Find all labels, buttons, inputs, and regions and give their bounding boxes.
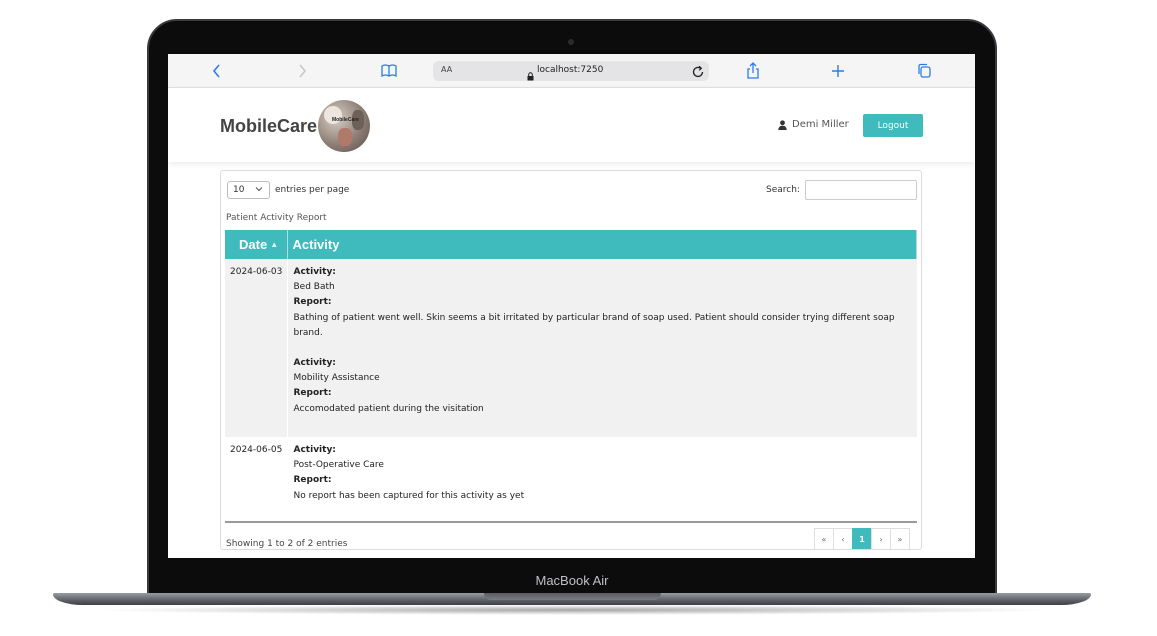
page-length-select[interactable]: 10 <box>227 181 270 199</box>
row-date: 2024-06-05 <box>225 437 288 523</box>
new-tab-icon[interactable] <box>830 61 846 81</box>
date-header-label: Date <box>239 237 268 252</box>
url-text: localhost:7250 <box>537 65 604 75</box>
reload-icon[interactable] <box>692 64 705 83</box>
report-text: Bathing of patient went well. Skin seems… <box>293 312 895 338</box>
share-icon[interactable] <box>745 61 761 81</box>
forward-icon[interactable] <box>295 61 309 81</box>
report-label: Report: <box>293 475 332 486</box>
brand-logo[interactable]: MobileCare <box>318 100 370 152</box>
address-bar[interactable]: AA localhost:7250 <box>433 61 709 81</box>
row-activities: Activity: Bed Bath Report: Bathing of pa… <box>287 259 917 437</box>
report-text: Accomodated patient during the visitatio… <box>293 403 484 414</box>
table-row: 2024-06-03 Activity: Bed Bath Report: Ba… <box>225 259 917 437</box>
lock-icon <box>527 66 534 85</box>
chevron-down-icon <box>255 184 263 197</box>
activity-name: Post-Operative Care <box>293 460 384 471</box>
table-caption: Patient Activity Report <box>226 213 327 223</box>
search-label: Search: <box>766 185 800 195</box>
device-model-label: MacBook Air <box>535 573 609 588</box>
logo-shape <box>338 128 352 146</box>
entries-label: entries per page <box>275 185 350 195</box>
next-page-button[interactable]: › <box>871 528 891 549</box>
laptop-shadow <box>90 605 1056 615</box>
logo-text: MobileCare <box>332 117 359 123</box>
brand-name[interactable]: MobileCare <box>220 116 317 137</box>
activity-name: Mobility Assistance <box>293 373 380 384</box>
report-card: 10 entries per page Search: Patient Acti… <box>220 170 922 550</box>
sort-asc-icon: ▲ <box>270 240 279 249</box>
screen: AA localhost:7250 MobileCare MobileCare <box>168 54 975 558</box>
app-header: MobileCare MobileCare Demi Miller Logout <box>168 88 975 162</box>
browser-toolbar: AA localhost:7250 <box>168 54 975 88</box>
search-input[interactable] <box>805 180 917 200</box>
activity-label: Activity: <box>293 445 336 455</box>
activity-table: Date ▲ Activity 2024-06-03 Activity: Bed … <box>225 230 917 523</box>
logout-button[interactable]: Logout <box>863 114 923 137</box>
table-info: Showing 1 to 2 of 2 entries <box>226 539 348 549</box>
back-icon[interactable] <box>210 61 224 81</box>
laptop-notch <box>484 593 661 600</box>
table-footer-divider <box>225 521 917 523</box>
report-label: Report: <box>293 297 332 308</box>
activity-name: Bed Bath <box>293 282 335 293</box>
user-icon <box>778 119 787 130</box>
previous-page-button[interactable]: ‹ <box>833 528 853 549</box>
activity-column-header[interactable]: Activity <box>287 230 917 259</box>
date-column-header[interactable]: Date ▲ <box>225 230 288 259</box>
activity-header-label: Activity <box>292 237 340 252</box>
current-user: Demi Miller <box>778 119 849 130</box>
last-page-button[interactable]: » <box>890 528 910 549</box>
report-label: Report: <box>293 388 332 399</box>
row-date: 2024-06-03 <box>225 259 288 437</box>
pagination: « ‹ 1 › » <box>814 528 910 549</box>
camera-icon <box>568 39 574 45</box>
first-page-button[interactable]: « <box>814 528 834 549</box>
activity-label: Activity: <box>293 358 336 369</box>
text-size-button[interactable]: AA <box>441 65 452 74</box>
page-length-value: 10 <box>233 185 245 195</box>
activity-label: Activity: <box>293 267 336 277</box>
row-activities: Activity: Post-Operative Care Report: No… <box>287 437 917 523</box>
report-text: No report has been captured for this act… <box>293 490 525 501</box>
tabs-icon[interactable] <box>916 61 932 81</box>
page-1-button[interactable]: 1 <box>852 528 872 549</box>
table-row: 2024-06-05 Activity: Post-Operative Care… <box>225 437 917 523</box>
bookmarks-icon[interactable] <box>380 61 398 81</box>
entry-spacer <box>294 341 911 356</box>
user-name: Demi Miller <box>792 119 849 130</box>
